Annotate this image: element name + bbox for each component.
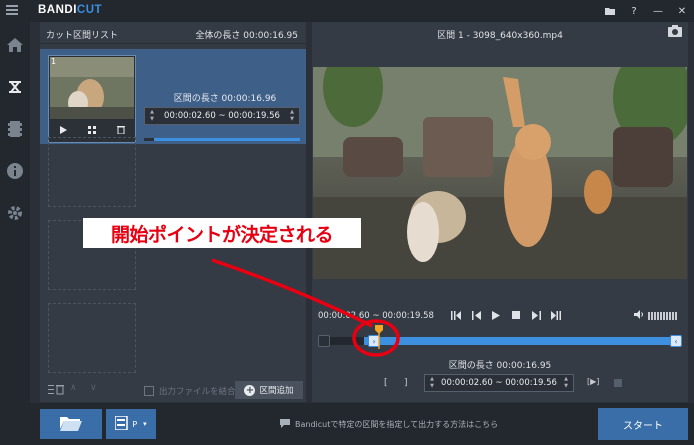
time-display: 00:00:02.60 ~ 00:00:19.58 <box>318 311 434 321</box>
home-icon[interactable] <box>5 35 25 55</box>
cut-list-panel: カット区間リスト 全体の長さ 00:00:16.95 1 区間の長さ 00:00… <box>40 22 306 402</box>
playhead-marker[interactable] <box>375 325 383 349</box>
output-mode-button[interactable]: P ▾ <box>106 409 156 439</box>
play-icon[interactable] <box>488 308 504 322</box>
play-segment-button[interactable]: [▶] <box>587 377 599 386</box>
segment-item[interactable]: 1 区間の長さ 00:00:16.96 ▲ ▼ 00:00:02.60 ~ 00:… <box>40 49 306 144</box>
cut-icon[interactable] <box>5 77 25 97</box>
cut-list-header: カット区間リスト 全体の長さ 00:00:16.95 <box>40 22 306 44</box>
previous-frame-icon[interactable] <box>468 308 484 322</box>
merge-output-label: 出力ファイルを結合 <box>159 387 236 397</box>
segment-length-display: 区間の長さ 00:00:16.95 <box>448 361 552 371</box>
add-segment-button[interactable]: + 区間追加 <box>235 381 303 399</box>
preview-panel: 区間 1 - 3098_640x360.mp4 00:00:02.60 ~ 00… <box>312 22 688 402</box>
time-start: 00:00:02.60 <box>318 311 370 321</box>
merge-output-checkbox[interactable]: 出力ファイルを結合 <box>144 385 236 397</box>
timeline-selection <box>364 337 680 345</box>
chat-icon <box>280 419 290 430</box>
plus-icon: + <box>244 384 256 396</box>
annotation-label: 開始ポイントが決定される <box>83 218 361 248</box>
set-start-icon[interactable]: [ <box>384 378 388 388</box>
mode-label: P <box>132 419 138 429</box>
minimize-icon[interactable]: — <box>646 0 670 22</box>
empty-segment-slot <box>48 303 136 373</box>
film-mode-icon <box>114 415 131 432</box>
hamburger-menu-icon[interactable] <box>6 5 18 15</box>
empty-segment-slot <box>48 137 136 207</box>
segment-range-input[interactable]: ▲ ▼ 00:00:02.60 ~ 00:00:19.56 ▲ ▼ <box>144 107 300 125</box>
go-to-start-icon[interactable] <box>448 308 464 322</box>
time-end: 00:00:19.58 <box>382 311 434 321</box>
move-up-icon[interactable]: ∧ <box>70 383 77 393</box>
segment-length: 区間の長さ 00:00:16.96 <box>173 94 277 104</box>
folder-icon[interactable] <box>598 0 622 22</box>
range-text: 00:00:02.60 ~ 00:00:19.56 <box>441 378 557 388</box>
volume-bar[interactable] <box>648 312 678 320</box>
range-input[interactable]: ▲ ▼ 00:00:02.60 ~ 00:00:19.56 ▲ ▼ <box>424 374 574 392</box>
film-icon[interactable] <box>5 119 25 139</box>
sidebar <box>0 22 30 445</box>
timeline[interactable]: › ‹ <box>318 325 682 349</box>
segment-number: 1 <box>51 57 57 66</box>
playback-controls <box>448 308 564 322</box>
footer-bar: P ▾ Bandicutで特定の区間を指定して出力する方法はこちら スタート <box>0 403 694 445</box>
settings-icon[interactable] <box>5 203 25 223</box>
checkbox-box[interactable] <box>144 386 154 396</box>
speaker-icon[interactable] <box>634 310 644 322</box>
go-to-end-icon[interactable] <box>548 308 564 322</box>
segment-range-text: 00:00:02.60 ~ 00:00:19.56 <box>164 111 280 121</box>
cut-list-footer: ∧ ∨ 出力ファイルを結合 + 区間追加 <box>40 378 306 402</box>
volume-control[interactable] <box>634 310 678 322</box>
list-delete-icon[interactable] <box>48 384 64 398</box>
title-bar: BANDICUT ? — ✕ <box>0 0 694 22</box>
end-handle[interactable]: ‹ <box>670 335 682 347</box>
segment-progress-bar <box>144 138 300 141</box>
open-file-button[interactable] <box>40 409 102 439</box>
help-link-text: Bandicutで特定の区間を指定して出力する方法はこちら <box>295 420 499 429</box>
app-logo: BANDICUT <box>38 4 103 16</box>
next-frame-icon[interactable] <box>528 308 544 322</box>
video-preview[interactable] <box>313 67 687 279</box>
play-icon[interactable] <box>59 125 67 137</box>
trash-icon[interactable] <box>116 125 125 137</box>
stop-icon[interactable] <box>508 308 524 322</box>
info-icon[interactable] <box>5 161 25 181</box>
move-down-icon[interactable]: ∨ <box>90 383 97 393</box>
help-icon[interactable]: ? <box>622 0 646 22</box>
timeline-origin-handle <box>318 335 330 347</box>
help-link[interactable]: Bandicutで特定の区間を指定して出力する方法はこちら <box>280 419 498 430</box>
set-end-icon[interactable]: ] <box>404 378 408 388</box>
add-segment-label: 区間追加 <box>259 386 294 396</box>
preview-title: 区間 1 - 3098_640x360.mp4 <box>437 31 563 41</box>
open-folder-icon <box>60 415 82 434</box>
total-length: 全体の長さ 00:00:16.95 <box>195 31 298 41</box>
close-icon[interactable]: ✕ <box>670 0 694 22</box>
camera-icon[interactable] <box>668 25 682 40</box>
grid-icon[interactable] <box>87 125 96 137</box>
segment-thumbnail[interactable]: 1 <box>48 55 136 143</box>
stop-segment-icon[interactable] <box>614 379 622 387</box>
chevron-down-icon: ▾ <box>143 420 147 428</box>
start-button[interactable]: スタート <box>598 408 688 440</box>
cut-list-title: カット区間リスト <box>46 31 119 41</box>
thumbnail-image <box>50 57 134 119</box>
